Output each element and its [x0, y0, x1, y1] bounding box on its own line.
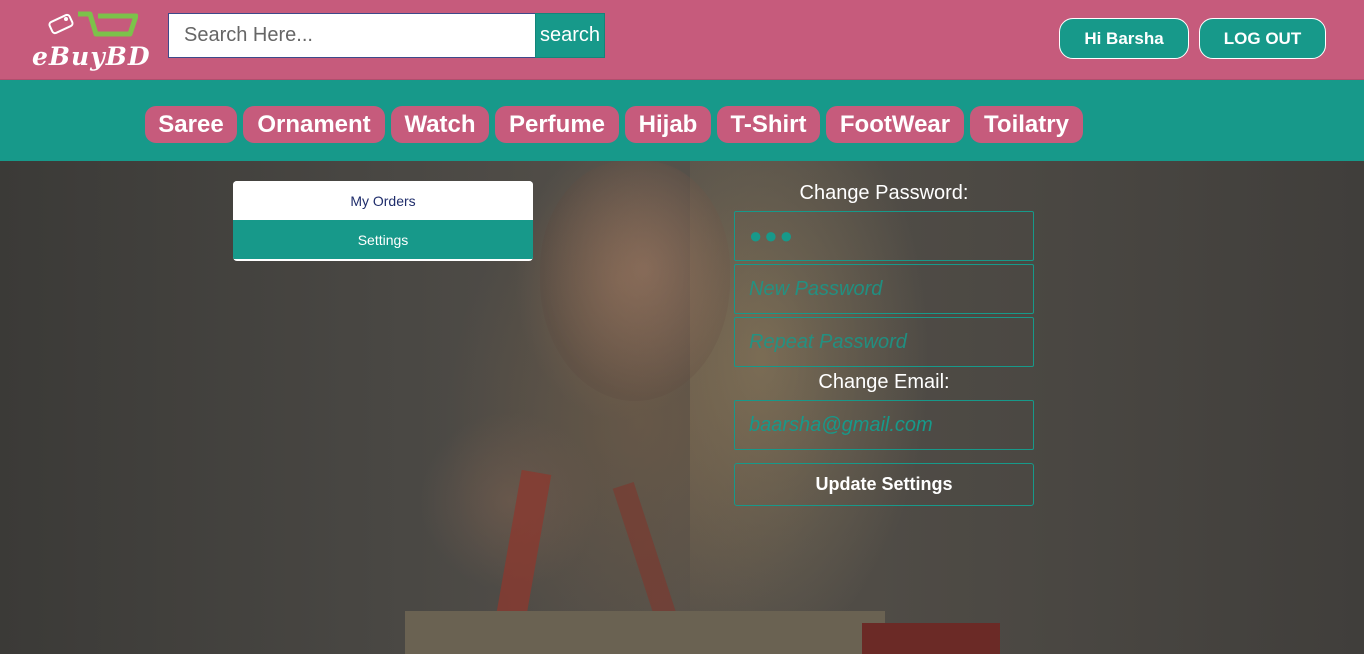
nav-item-perfume[interactable]: Perfume [495, 106, 619, 143]
current-password-field[interactable]: ●●● [734, 211, 1034, 261]
nav-item-saree[interactable]: Saree [145, 106, 237, 143]
logout-button[interactable]: LOG OUT [1199, 18, 1326, 59]
search-button[interactable]: search [535, 13, 605, 58]
search-bar: search [168, 13, 605, 58]
tab-settings[interactable]: Settings [233, 220, 533, 259]
user-greeting-button[interactable]: Hi Barsha [1059, 18, 1189, 59]
tab-my-orders[interactable]: My Orders [233, 181, 533, 220]
repeat-password-field[interactable] [734, 317, 1034, 367]
account-tabs: My Orders Settings [233, 181, 533, 261]
change-email-label: Change Email: [818, 371, 950, 393]
nav-item-toilatry[interactable]: Toilatry [970, 106, 1083, 143]
nav-item-tshirt[interactable]: T-Shirt [717, 106, 820, 143]
header: eBuyBD search Hi Barsha LOG OUT [0, 0, 1364, 80]
update-settings-button[interactable]: Update Settings [734, 463, 1034, 506]
new-password-field[interactable] [734, 264, 1034, 314]
logo-text: eBuyBD [32, 42, 151, 71]
nav-item-ornament[interactable]: Ornament [243, 106, 385, 143]
nav-item-watch[interactable]: Watch [391, 106, 489, 143]
search-input[interactable] [168, 13, 535, 58]
nav-item-footwear[interactable]: FootWear [826, 106, 964, 143]
change-password-label: Change Password: [799, 182, 969, 204]
category-nav: Saree Ornament Watch Perfume Hijab T-Shi… [0, 80, 1364, 161]
nav-item-hijab[interactable]: Hijab [625, 106, 711, 143]
hero-background-image [0, 161, 1364, 654]
logo[interactable]: eBuyBD [30, 8, 150, 74]
email-field[interactable] [734, 400, 1034, 450]
